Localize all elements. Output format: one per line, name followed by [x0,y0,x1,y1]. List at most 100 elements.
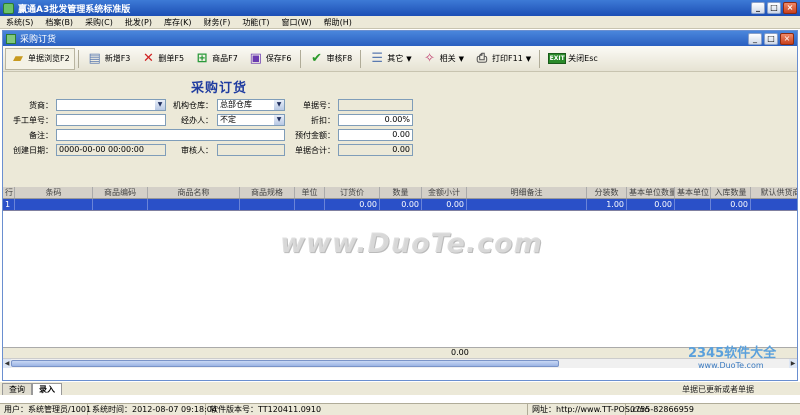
status-user: 用户：系统管理员/1001 [0,404,91,415]
child-maximize-button[interactable]: □ [764,32,778,45]
new-doc-icon: ▤ [88,51,101,66]
cell-barcode[interactable] [15,199,93,210]
prepay-input[interactable]: 0.00 [338,129,413,141]
col-header-price[interactable]: 订货价 [325,187,380,198]
close-window-button[interactable]: EXIT 关闭Esc [543,48,603,70]
other-dropdown[interactable]: ☰ 其它 ▼ [364,48,416,70]
horizontal-scrollbar[interactable]: ◀ ▶ [3,358,797,368]
view-tabs: 查询 录入 [0,382,800,395]
cell-product-name[interactable] [148,199,240,210]
cell-base-unit[interactable] [675,199,711,210]
cell-line-remark[interactable] [467,199,587,210]
manual-no-input[interactable] [56,114,166,126]
status-website[interactable]: 网址：http://www.TT-POS.com [528,404,650,415]
col-header-stock-in-qty[interactable]: 入库数量 [711,187,751,198]
list-icon: ☰ [371,51,384,66]
auditor-field [217,144,285,156]
cell-subtotal[interactable]: 0.00 [422,199,467,210]
cell-pack-count[interactable]: 1.00 [587,199,627,210]
cell-default-supplier[interactable] [751,199,797,210]
tab-query[interactable]: 查询 [2,383,32,395]
exit-icon: EXIT [548,53,567,64]
related-dropdown[interactable]: ✧ 相关 ▼ [417,48,469,70]
cell-stock-in-qty[interactable]: 0.00 [711,199,751,210]
tools-icon: ✧ [424,51,436,66]
save-button[interactable]: ▣ 保存F6 [243,48,297,70]
window-icon [6,33,16,44]
prepay-label: 预付金额： [295,131,335,140]
scroll-right-icon[interactable]: ▶ [789,359,797,368]
col-header-subtotal[interactable]: 金额小计 [422,187,467,198]
dropdown-arrow-icon: ▼ [406,54,412,63]
col-header-base-unit[interactable]: 基本单位 [675,187,711,198]
col-header-line-remark[interactable]: 明细备注 [467,187,587,198]
col-header-product-name[interactable]: 商品名称 [148,187,240,198]
doc-no-label: 单据号： [303,101,335,110]
minimize-button[interactable]: _ [751,2,765,14]
print-button[interactable]: ⎙ 打印F11 ▼ [469,48,536,70]
handler-label: 经办人： [181,116,213,125]
cell-unit[interactable] [295,199,325,210]
child-close-button[interactable]: × [780,32,794,45]
menu-finance[interactable]: 财务(F) [197,17,236,28]
menu-system[interactable]: 系统(S) [0,17,39,28]
dropdown-arrow-icon: ▼ [458,54,464,63]
menu-help[interactable]: 帮助(H) [318,17,358,28]
status-hint: 单据已更新或者单据 [682,385,754,394]
chevron-down-icon[interactable]: ▼ [155,100,165,110]
created-label: 创建日期： [13,146,53,155]
maximize-button[interactable]: □ [767,2,781,14]
close-button[interactable]: × [783,2,797,14]
dropdown-arrow-icon: ▼ [525,54,532,63]
child-titlebar: 采购订货 _ □ × [3,31,797,46]
browse-button[interactable]: ▰ 单据浏览F2 [5,47,75,70]
handler-select[interactable]: 不定 ▼ [217,114,285,126]
warehouse-label: 机构仓库： [173,101,213,110]
col-header-barcode[interactable]: 条码 [15,187,93,198]
col-header-row[interactable]: 行 [3,187,15,198]
delete-button[interactable]: ✕ 删单F5 [135,48,189,70]
menu-inventory[interactable]: 库存(K) [158,17,198,28]
save-icon: ▣ [249,51,262,66]
audit-button[interactable]: ✔ 审核F8 [304,48,358,70]
app-titlebar: 赢通A3批发管理系统标准版 _ □ × [0,0,800,16]
menu-wholesale[interactable]: 批发(P) [119,17,158,28]
menu-bar: 系统(S) 档案(B) 采购(C) 批发(P) 库存(K) 财务(F) 功能(T… [0,16,800,29]
col-header-pack-count[interactable]: 分装数 [587,187,627,198]
tab-entry[interactable]: 录入 [32,383,62,395]
footer-total: 0.00 [451,348,469,357]
menu-purchase[interactable]: 采购(C) [79,17,119,28]
table-row[interactable]: 1 0.00 0.00 0.00 1.00 0.00 0.00 [3,199,797,211]
cell-quantity[interactable]: 0.00 [380,199,422,210]
col-header-product-code[interactable]: 商品编码 [93,187,148,198]
total-label: 单据合计： [295,146,335,155]
col-header-base-qty[interactable]: 基本单位数量 [627,187,675,198]
watermark: www.DuoTe.com [280,228,543,259]
col-header-quantity[interactable]: 数量 [380,187,422,198]
cell-base-qty[interactable]: 0.00 [627,199,675,210]
discount-input[interactable]: 0.00% [338,114,413,126]
cell-row[interactable]: 1 [3,199,15,210]
menu-function[interactable]: 功能(T) [236,17,275,28]
chevron-down-icon[interactable]: ▼ [274,100,284,110]
col-header-unit[interactable]: 单位 [295,187,325,198]
menu-window[interactable]: 窗口(W) [275,17,317,28]
chevron-down-icon[interactable]: ▼ [274,115,284,125]
warehouse-select[interactable]: 总部仓库 ▼ [217,99,285,111]
col-header-default-supplier[interactable]: 默认供货商 [751,187,798,198]
menu-archive[interactable]: 档案(B) [39,17,79,28]
cell-product-code[interactable] [93,199,148,210]
cell-price[interactable]: 0.00 [325,199,380,210]
supplier-label: 货商： [29,101,53,110]
col-header-spec[interactable]: 商品规格 [240,187,295,198]
grid-header: 行 条码 商品编码 商品名称 商品规格 单位 订货价 数量 金额小计 明细备注 … [3,187,797,199]
supplier-select[interactable]: ▼ [56,99,166,111]
scrollbar-thumb[interactable] [11,360,559,367]
scroll-left-icon[interactable]: ◀ [3,359,11,368]
product-button[interactable]: ⊞ 商品F7 [189,48,243,70]
cell-spec[interactable] [240,199,295,210]
auditor-label: 审核人： [181,146,213,155]
add-button[interactable]: ▤ 新增F3 [82,48,136,70]
child-minimize-button[interactable]: _ [748,32,762,45]
remark-input[interactable] [56,129,285,141]
